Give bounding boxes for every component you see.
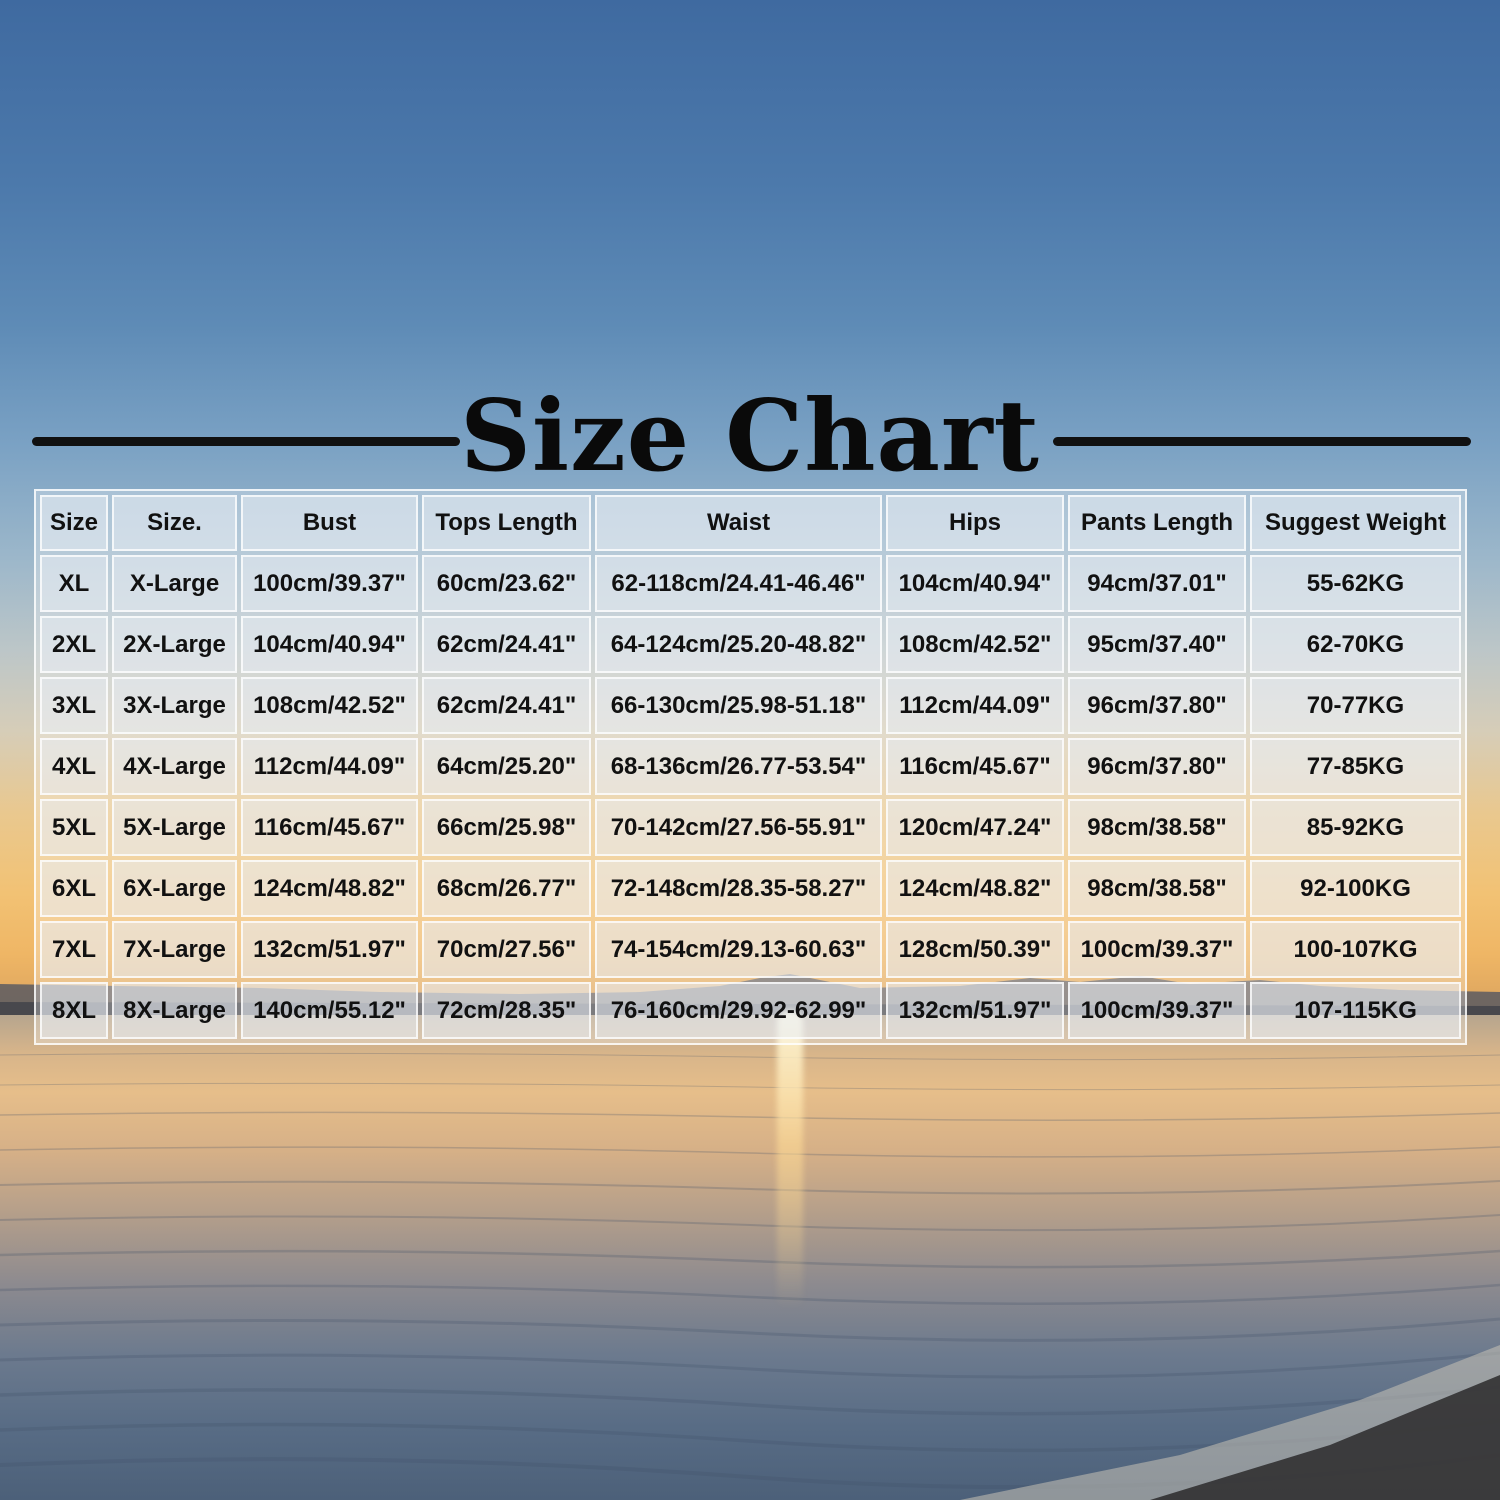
table-row: XL X-Large 100cm/39.37" 60cm/23.62" 62-1… — [40, 555, 1461, 612]
cell-suggest-weight: 70-77KG — [1250, 677, 1461, 734]
cell-waist: 76-160cm/29.92-62.99" — [595, 982, 882, 1039]
cell-tops-length: 60cm/23.62" — [422, 555, 591, 612]
cell-tops-length: 70cm/27.56" — [422, 921, 591, 978]
cell-waist: 62-118cm/24.41-46.46" — [595, 555, 882, 612]
cell-size: 8XL — [40, 982, 108, 1039]
table-row: 8XL 8X-Large 140cm/55.12" 72cm/28.35" 76… — [40, 982, 1461, 1039]
cell-bust: 140cm/55.12" — [241, 982, 418, 1039]
page-title: Size Chart — [460, 379, 1040, 494]
cell-size: 4XL — [40, 738, 108, 795]
cell-size: 7XL — [40, 921, 108, 978]
cell-suggest-weight: 107-115KG — [1250, 982, 1461, 1039]
cell-size-name: 3X-Large — [112, 677, 237, 734]
cell-bust: 124cm/48.82" — [241, 860, 418, 917]
cell-tops-length: 62cm/24.41" — [422, 616, 591, 673]
cell-waist: 64-124cm/25.20-48.82" — [595, 616, 882, 673]
header-size-name: Size. — [112, 495, 237, 551]
cell-tops-length: 64cm/25.20" — [422, 738, 591, 795]
header-tops-length: Tops Length — [422, 495, 591, 551]
table-row: 6XL 6X-Large 124cm/48.82" 68cm/26.77" 72… — [40, 860, 1461, 917]
cell-bust: 132cm/51.97" — [241, 921, 418, 978]
header-suggest-weight: Suggest Weight — [1250, 495, 1461, 551]
cell-waist: 70-142cm/27.56-55.91" — [595, 799, 882, 856]
shoreline — [960, 1345, 1500, 1500]
cell-size-name: X-Large — [112, 555, 237, 612]
cell-pants-length: 94cm/37.01" — [1068, 555, 1246, 612]
cell-suggest-weight: 62-70KG — [1250, 616, 1461, 673]
cell-hips: 128cm/50.39" — [886, 921, 1064, 978]
table-row: 4XL 4X-Large 112cm/44.09" 64cm/25.20" 68… — [40, 738, 1461, 795]
cell-suggest-weight: 100-107KG — [1250, 921, 1461, 978]
cell-pants-length: 96cm/37.80" — [1068, 738, 1246, 795]
cell-hips: 132cm/51.97" — [886, 982, 1064, 1039]
cell-bust: 112cm/44.09" — [241, 738, 418, 795]
header-hips: Hips — [886, 495, 1064, 551]
cell-hips: 108cm/42.52" — [886, 616, 1064, 673]
cell-suggest-weight: 55-62KG — [1250, 555, 1461, 612]
cell-waist: 72-148cm/28.35-58.27" — [595, 860, 882, 917]
size-chart-table: Size Size. Bust Tops Length Waist Hips P… — [34, 489, 1467, 1045]
cell-size: 3XL — [40, 677, 108, 734]
cell-size: XL — [40, 555, 108, 612]
header-pants-length: Pants Length — [1068, 495, 1246, 551]
table-row: 5XL 5X-Large 116cm/45.67" 66cm/25.98" 70… — [40, 799, 1461, 856]
cell-tops-length: 62cm/24.41" — [422, 677, 591, 734]
cell-hips: 104cm/40.94" — [886, 555, 1064, 612]
cell-tops-length: 68cm/26.77" — [422, 860, 591, 917]
cell-hips: 116cm/45.67" — [886, 738, 1064, 795]
cell-waist: 66-130cm/25.98-51.18" — [595, 677, 882, 734]
cell-pants-length: 98cm/38.58" — [1068, 860, 1246, 917]
cell-waist: 74-154cm/29.13-60.63" — [595, 921, 882, 978]
cell-size-name: 2X-Large — [112, 616, 237, 673]
cell-pants-length: 98cm/38.58" — [1068, 799, 1246, 856]
header-bust: Bust — [241, 495, 418, 551]
cell-hips: 124cm/48.82" — [886, 860, 1064, 917]
cell-waist: 68-136cm/26.77-53.54" — [595, 738, 882, 795]
cell-bust: 104cm/40.94" — [241, 616, 418, 673]
cell-pants-length: 100cm/39.37" — [1068, 921, 1246, 978]
header-waist: Waist — [595, 495, 882, 551]
table-row: 3XL 3X-Large 108cm/42.52" 62cm/24.41" 66… — [40, 677, 1461, 734]
cell-pants-length: 100cm/39.37" — [1068, 982, 1246, 1039]
cell-size-name: 8X-Large — [112, 982, 237, 1039]
cell-size-name: 5X-Large — [112, 799, 237, 856]
cell-size-name: 4X-Large — [112, 738, 237, 795]
cell-hips: 112cm/44.09" — [886, 677, 1064, 734]
cell-tops-length: 66cm/25.98" — [422, 799, 591, 856]
cell-tops-length: 72cm/28.35" — [422, 982, 591, 1039]
cell-suggest-weight: 77-85KG — [1250, 738, 1461, 795]
table-header-row: Size Size. Bust Tops Length Waist Hips P… — [40, 495, 1461, 551]
cell-hips: 120cm/47.24" — [886, 799, 1064, 856]
cell-suggest-weight: 85-92KG — [1250, 799, 1461, 856]
cell-pants-length: 95cm/37.40" — [1068, 616, 1246, 673]
header-size: Size — [40, 495, 108, 551]
cell-pants-length: 96cm/37.80" — [1068, 677, 1246, 734]
cell-size: 5XL — [40, 799, 108, 856]
table-row: 7XL 7X-Large 132cm/51.97" 70cm/27.56" 74… — [40, 921, 1461, 978]
table-row: 2XL 2X-Large 104cm/40.94" 62cm/24.41" 64… — [40, 616, 1461, 673]
cell-size-name: 6X-Large — [112, 860, 237, 917]
cell-bust: 116cm/45.67" — [241, 799, 418, 856]
cell-size-name: 7X-Large — [112, 921, 237, 978]
cell-size: 6XL — [40, 860, 108, 917]
cell-bust: 108cm/42.52" — [241, 677, 418, 734]
cell-bust: 100cm/39.37" — [241, 555, 418, 612]
cell-size: 2XL — [40, 616, 108, 673]
cell-suggest-weight: 92-100KG — [1250, 860, 1461, 917]
